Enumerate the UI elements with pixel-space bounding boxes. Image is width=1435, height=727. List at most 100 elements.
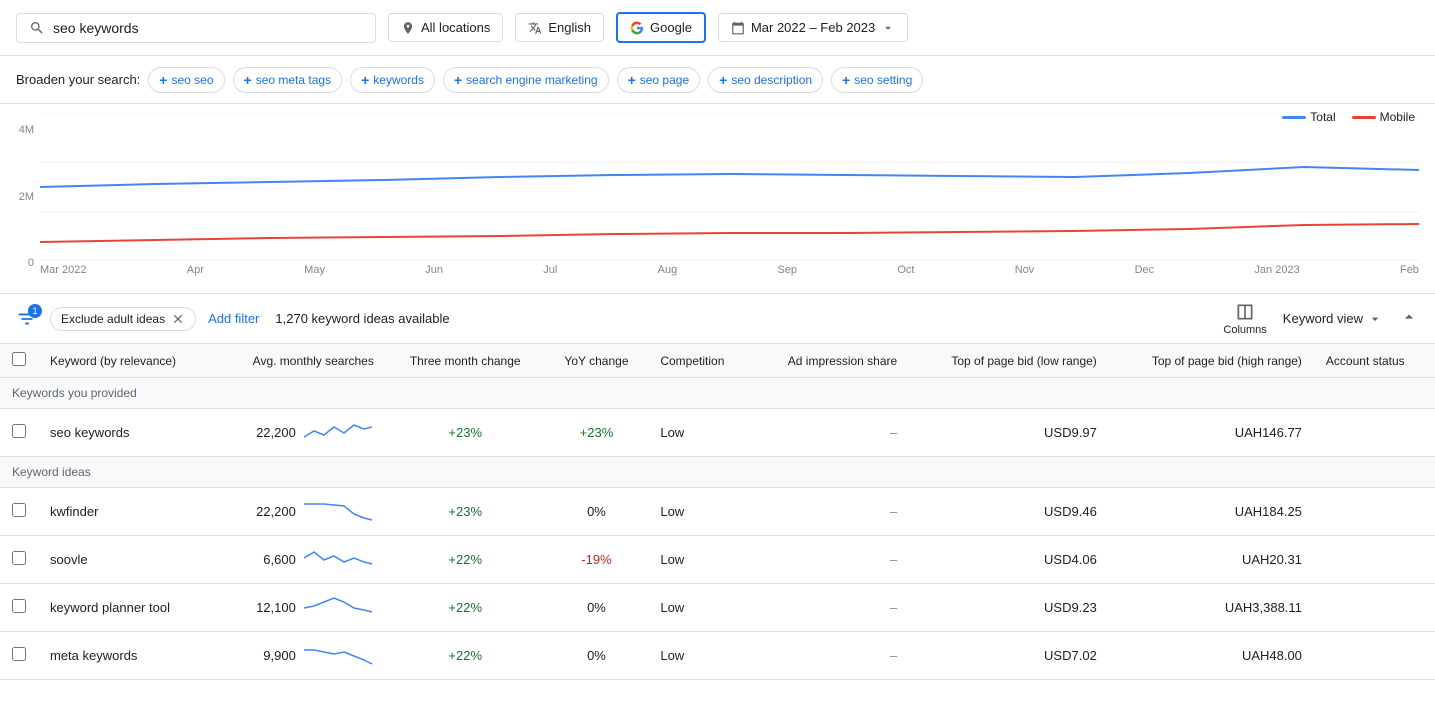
row-ad-impression: – <box>752 632 909 680</box>
table-container: Keyword (by relevance) Avg. monthly sear… <box>0 344 1435 727</box>
keywords-table: Keyword (by relevance) Avg. monthly sear… <box>0 344 1435 680</box>
keyword-name: seo keywords <box>50 425 129 440</box>
row-competition: Low <box>648 536 752 584</box>
engine-filter[interactable]: Google <box>616 12 706 43</box>
plus-icon: + <box>719 72 727 88</box>
row-keyword: soovle <box>38 536 215 584</box>
exclude-adult-label: Exclude adult ideas <box>61 312 165 326</box>
table-row: keyword planner tool 12,100 +22% 0% Low <box>0 584 1435 632</box>
table-row: seo keywords 22,200 +23% +23% Low <box>0 409 1435 457</box>
plus-icon: + <box>628 72 636 88</box>
search-box[interactable] <box>16 13 376 43</box>
th-keyword[interactable]: Keyword (by relevance) <box>38 344 215 378</box>
row-avg-monthly: 22,200 <box>215 488 386 536</box>
sparkline <box>302 592 374 623</box>
row-top-bid-high: UAH184.25 <box>1109 488 1314 536</box>
chart-area: Total Mobile 4M 2M 0 Mar 2022 Apr May Ju… <box>0 104 1435 294</box>
row-top-bid-low: USD9.46 <box>909 488 1109 536</box>
row-checkbox[interactable] <box>12 424 26 438</box>
th-ad-impression[interactable]: Ad impression share <box>752 344 909 378</box>
th-top-bid-low[interactable]: Top of page bid (low range) <box>909 344 1109 378</box>
avg-monthly-value: 6,600 <box>263 552 296 567</box>
add-filter-button[interactable]: Add filter <box>208 311 259 326</box>
row-checkbox[interactable] <box>12 599 26 613</box>
broaden-tag-label: seo seo <box>171 73 213 87</box>
chevron-down-icon <box>1367 311 1383 327</box>
row-three-month: +22% <box>386 584 545 632</box>
keyword-name: kwfinder <box>50 504 98 519</box>
x-label-jan: Jan 2023 <box>1254 264 1299 276</box>
broaden-tag-label: seo description <box>731 73 812 87</box>
row-top-bid-low: USD9.97 <box>909 409 1109 457</box>
row-yoy: 0% <box>545 584 649 632</box>
table-header-row: Keyword (by relevance) Avg. monthly sear… <box>0 344 1435 378</box>
broaden-tag-label: seo meta tags <box>256 73 331 87</box>
row-checkbox[interactable] <box>12 647 26 661</box>
language-label: English <box>548 20 591 35</box>
row-checkbox-cell[interactable] <box>0 536 38 584</box>
broaden-tag-seo-page[interactable]: + seo page <box>617 67 701 93</box>
chart-svg <box>40 112 1419 262</box>
location-filter[interactable]: All locations <box>388 13 503 42</box>
row-account-status <box>1314 409 1435 457</box>
th-top-bid-high[interactable]: Top of page bid (high range) <box>1109 344 1314 378</box>
date-filter[interactable]: Mar 2022 – Feb 2023 <box>718 13 908 42</box>
search-input[interactable] <box>53 20 363 36</box>
row-checkbox[interactable] <box>12 551 26 565</box>
calendar-icon <box>731 21 745 35</box>
plus-icon: + <box>361 72 369 88</box>
keyword-view-button[interactable]: Keyword view <box>1283 311 1383 327</box>
row-keyword: seo keywords <box>38 409 215 457</box>
collapse-button[interactable] <box>1399 307 1419 330</box>
select-all-checkbox[interactable] <box>12 352 26 366</box>
close-icon[interactable] <box>171 312 185 326</box>
broaden-tag-meta-tags[interactable]: + seo meta tags <box>233 67 343 93</box>
y-label-0: 0 <box>0 257 34 269</box>
th-select-all[interactable] <box>0 344 38 378</box>
search-icon <box>29 20 45 36</box>
broaden-tag-sem[interactable]: + search engine marketing <box>443 67 609 93</box>
broaden-tag-keywords[interactable]: + keywords <box>350 67 435 93</box>
row-avg-monthly: 12,100 <box>215 584 386 632</box>
row-ad-impression: – <box>752 536 909 584</box>
row-checkbox-cell[interactable] <box>0 409 38 457</box>
row-top-bid-high: UAH3,388.11 <box>1109 584 1314 632</box>
section-header-provided: Keywords you provided <box>0 378 1435 409</box>
th-avg-monthly[interactable]: Avg. monthly searches <box>215 344 386 378</box>
sparkline <box>302 417 374 448</box>
x-label-mar: Mar 2022 <box>40 264 86 276</box>
location-label: All locations <box>421 20 490 35</box>
row-top-bid-low: USD7.02 <box>909 632 1109 680</box>
th-three-month[interactable]: Three month change <box>386 344 545 378</box>
google-icon <box>630 21 644 35</box>
row-checkbox-cell[interactable] <box>0 488 38 536</box>
th-account-status[interactable]: Account status <box>1314 344 1435 378</box>
chevron-up-icon <box>1399 307 1419 327</box>
row-keyword: meta keywords <box>38 632 215 680</box>
filter-icon-button[interactable]: 1 <box>16 308 38 330</box>
plus-icon: + <box>244 72 252 88</box>
row-top-bid-low: USD4.06 <box>909 536 1109 584</box>
row-checkbox[interactable] <box>12 503 26 517</box>
avg-monthly-value: 22,200 <box>256 425 296 440</box>
row-checkbox-cell[interactable] <box>0 632 38 680</box>
broaden-tag-seo-setting[interactable]: + seo setting <box>831 67 923 93</box>
th-yoy[interactable]: YoY change <box>545 344 649 378</box>
broaden-tag-seo-description[interactable]: + seo description <box>708 67 823 93</box>
broaden-tag-label: seo page <box>640 73 689 87</box>
broaden-label: Broaden your search: <box>16 72 140 87</box>
x-label-may: May <box>304 264 325 276</box>
sparkline <box>302 640 374 671</box>
broaden-tag-seo-seo[interactable]: + seo seo <box>148 67 224 93</box>
language-filter[interactable]: English <box>515 13 604 42</box>
avg-monthly-value: 9,900 <box>263 648 296 663</box>
th-competition[interactable]: Competition <box>648 344 752 378</box>
columns-button[interactable]: Columns <box>1223 302 1266 336</box>
header-bar: All locations English Google Mar 2022 – … <box>0 0 1435 56</box>
columns-label: Columns <box>1223 324 1266 336</box>
keyword-count: 1,270 keyword ideas available <box>275 311 449 326</box>
row-three-month: +22% <box>386 632 545 680</box>
exclude-adult-pill[interactable]: Exclude adult ideas <box>50 307 196 331</box>
row-keyword: kwfinder <box>38 488 215 536</box>
row-checkbox-cell[interactable] <box>0 584 38 632</box>
